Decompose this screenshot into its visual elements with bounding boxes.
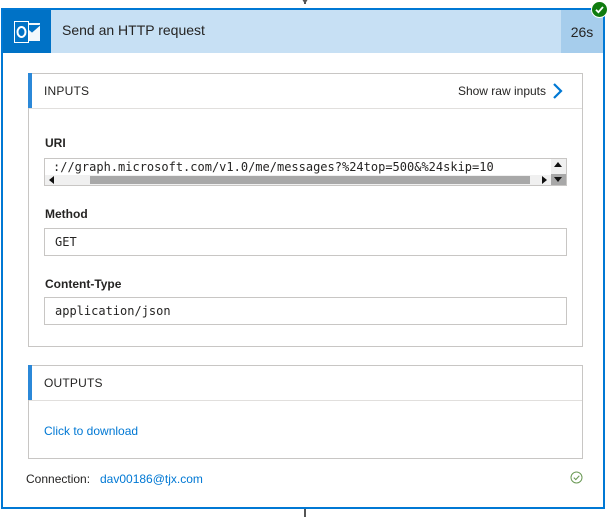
show-raw-inputs-link[interactable]: Show raw inputs xyxy=(458,84,546,98)
method-field[interactable]: GET xyxy=(44,228,567,256)
vertical-scrollbar[interactable] xyxy=(551,159,566,185)
uri-value: ://graph.microsoft.com/v1.0/me/messages?… xyxy=(53,160,494,174)
check-icon xyxy=(591,1,608,18)
outputs-header: OUTPUTS xyxy=(28,365,582,401)
horizontal-scroll-thumb[interactable] xyxy=(90,176,530,184)
scroll-up-icon[interactable] xyxy=(554,162,562,167)
inputs-title: INPUTS xyxy=(44,84,90,98)
flow-arrow-down-icon xyxy=(300,0,310,4)
scroll-left-icon[interactable] xyxy=(49,176,54,184)
action-header[interactable]: Send an HTTP request 26s xyxy=(3,10,603,53)
horizontal-scrollbar[interactable] xyxy=(45,175,551,185)
section-accent-bar xyxy=(28,365,32,400)
scroll-down-icon[interactable] xyxy=(551,174,566,185)
inputs-header: INPUTS Show raw inputs xyxy=(28,73,582,109)
uri-label: URI xyxy=(45,136,66,150)
connection-label: Connection: xyxy=(26,472,91,486)
flow-connector-bottom xyxy=(304,509,306,517)
outputs-title: OUTPUTS xyxy=(44,376,103,390)
content-type-label: Content-Type xyxy=(45,277,122,291)
action-card: Send an HTTP request 26s INPUTS Show raw… xyxy=(1,8,605,509)
content-type-field[interactable]: application/json xyxy=(44,297,567,325)
section-accent-bar xyxy=(28,73,32,108)
chevron-right-icon[interactable] xyxy=(551,82,565,100)
action-title: Send an HTTP request xyxy=(62,22,205,38)
connection-account-link[interactable]: dav00186@tjx.com xyxy=(100,472,203,486)
check-circle-icon xyxy=(570,471,583,484)
scroll-right-icon[interactable] xyxy=(542,176,547,184)
download-link[interactable]: Click to download xyxy=(44,424,138,438)
outputs-section: OUTPUTS Click to download xyxy=(28,365,583,459)
outlook-icon xyxy=(3,10,51,53)
inputs-section: INPUTS Show raw inputs URI ://graph.micr… xyxy=(28,73,583,347)
uri-field[interactable]: ://graph.microsoft.com/v1.0/me/messages?… xyxy=(44,158,567,186)
method-label: Method xyxy=(45,207,88,221)
